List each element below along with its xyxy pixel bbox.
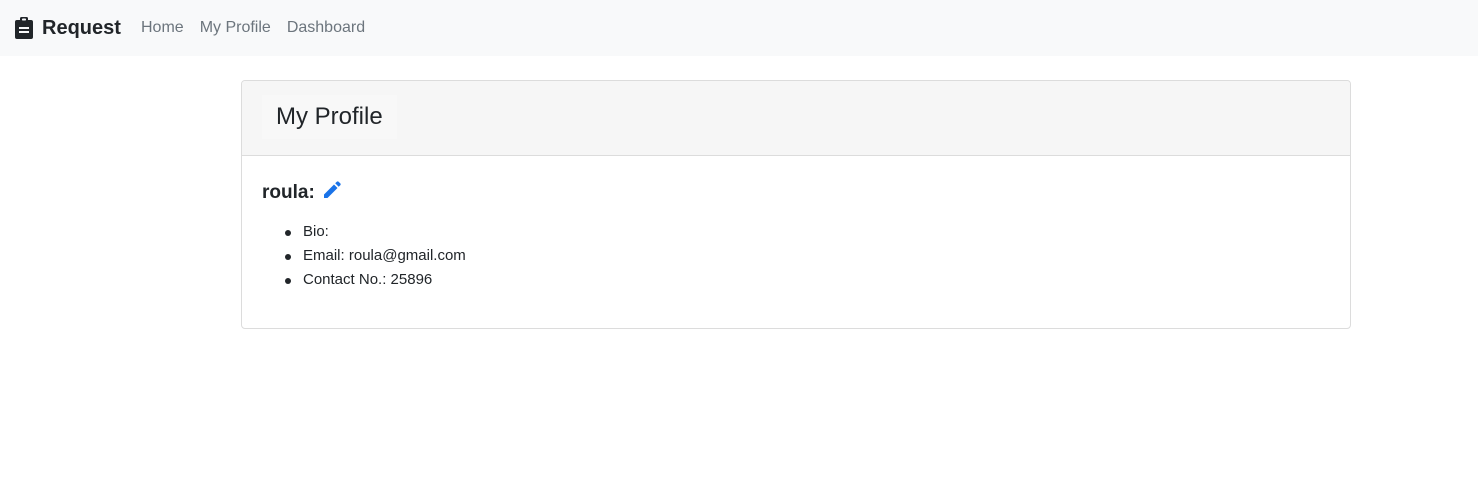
username: roula:: [262, 182, 315, 203]
card-header: My Profile: [242, 81, 1350, 156]
profile-card: My Profile roula: Bio: Email: roula@gmai…: [241, 80, 1351, 329]
user-line: roula:: [262, 176, 343, 210]
bio-label: Bio:: [303, 223, 329, 240]
page-title: My Profile: [262, 95, 397, 139]
nav-link-home[interactable]: Home: [133, 16, 192, 40]
email-value: roula@gmail.com: [348, 247, 466, 264]
profile-details-list: Bio: Email: roula@gmail.com Contact No.:…: [282, 220, 466, 292]
list-item-bio: Bio:: [282, 220, 466, 244]
top-navbar: Request Home My Profile Dashboard: [0, 0, 1478, 56]
email-label: Email:: [303, 247, 345, 264]
nav-link-my-profile[interactable]: My Profile: [192, 16, 279, 40]
contact-label: Contact No.:: [303, 271, 387, 288]
list-item-email: Email: roula@gmail.com: [282, 244, 466, 268]
nav-links: Home My Profile Dashboard: [133, 16, 373, 40]
nav-link-dashboard[interactable]: Dashboard: [279, 16, 373, 40]
list-item-contact: Contact No.: 25896: [282, 268, 466, 292]
brand-link[interactable]: Request: [14, 13, 121, 43]
clipboard-icon: [14, 17, 34, 39]
brand-name: Request: [42, 17, 121, 39]
contact-value: 25896: [390, 271, 433, 288]
pencil-icon[interactable]: [321, 179, 343, 201]
